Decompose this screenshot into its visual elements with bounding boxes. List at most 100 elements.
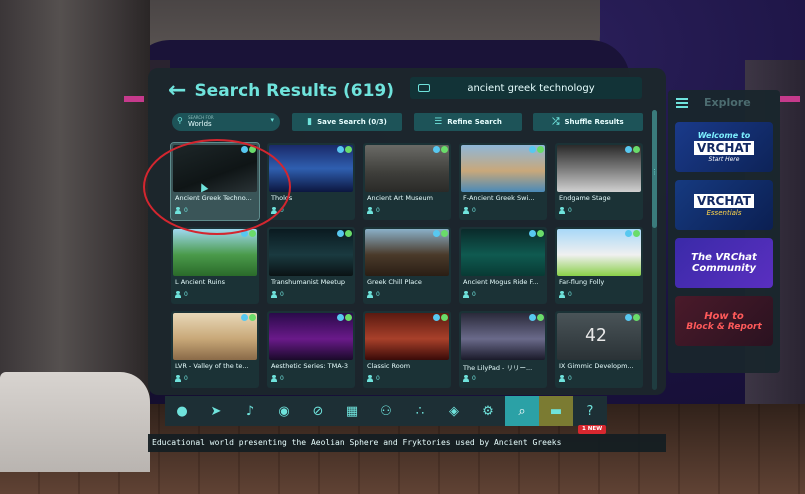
world-card[interactable]: Greek Chill Place 0 bbox=[363, 227, 451, 304]
world-card[interactable]: F-Ancient Greek Swi... 0 bbox=[459, 143, 547, 220]
bell-dock-button[interactable]: ♪ bbox=[233, 396, 267, 426]
world-name: Far-flung Folly bbox=[559, 278, 605, 286]
avatar-icon: ⊘ bbox=[312, 403, 324, 419]
world-card[interactable]: Ancient Mogus Ride F... 0 bbox=[459, 227, 547, 304]
world-card[interactable]: Ancient Art Museum 0 bbox=[363, 143, 451, 220]
explore-header: Explore bbox=[676, 96, 751, 109]
dropdown-value: Worlds bbox=[188, 119, 212, 128]
world-card[interactable]: Transhumanist Meetup 0 bbox=[267, 227, 355, 304]
world-name: Ancient Mogus Ride F... bbox=[463, 278, 539, 286]
pc-platform-icon bbox=[625, 146, 632, 153]
world-card[interactable]: Aesthetic Series: TMA-3 0 bbox=[267, 311, 355, 388]
safety-dock-button[interactable]: ◈ bbox=[437, 396, 471, 426]
quest-platform-icon bbox=[441, 146, 448, 153]
platform-badge bbox=[432, 314, 448, 321]
red-highlight-circle bbox=[143, 139, 291, 235]
quest-platform-icon bbox=[249, 230, 256, 237]
user-icon bbox=[367, 207, 373, 214]
drag-handle-icon[interactable]: ⋮ bbox=[651, 168, 658, 176]
world-name: F-Ancient Greek Swi... bbox=[463, 194, 535, 202]
world-card[interactable]: L Ancient Ruins 0 bbox=[171, 227, 259, 304]
new-notification-badge: 1 NEW bbox=[578, 425, 607, 434]
user-count-value: 0 bbox=[280, 375, 284, 382]
chevron-down-icon: ▾ bbox=[270, 116, 274, 124]
quest-platform-icon bbox=[537, 314, 544, 321]
user-count: 0 bbox=[367, 291, 380, 298]
scrollbar[interactable] bbox=[652, 110, 657, 390]
promo-welcome[interactable]: Welcome to VRCHAT Start Here bbox=[675, 122, 773, 172]
help-dock-button[interactable]: ? bbox=[573, 396, 607, 426]
user-count-value: 0 bbox=[568, 207, 572, 214]
quest-platform-icon bbox=[345, 230, 352, 237]
world-card[interactable]: 42 IX Gimmic Developm... 0 bbox=[555, 311, 643, 388]
explore-panel: Explore Welcome to VRCHAT Start Here VRC… bbox=[668, 90, 780, 373]
quest-platform-icon bbox=[633, 230, 640, 237]
world-description-bar: Educational world presenting the Aeolian… bbox=[148, 434, 666, 452]
arrow-left-icon[interactable]: ← bbox=[168, 80, 186, 102]
rocket-dock-button[interactable]: ➤ bbox=[199, 396, 233, 426]
quest-platform-icon bbox=[345, 314, 352, 321]
world-name: Ancient Art Museum bbox=[367, 194, 433, 202]
user-count-value: 0 bbox=[568, 375, 572, 382]
profile-icon: ◉ bbox=[278, 403, 290, 419]
notice-dock-button[interactable]: ▬ bbox=[539, 396, 573, 426]
pc-platform-icon bbox=[625, 230, 632, 237]
social-dock-button[interactable]: ⚇ bbox=[369, 396, 403, 426]
world-name: The LilyPad - リリー... bbox=[463, 364, 533, 372]
world-name: Greek Chill Place bbox=[367, 278, 422, 286]
profile-dock-button[interactable]: ◉ bbox=[267, 396, 301, 426]
worlds-icon: ▦ bbox=[345, 403, 359, 419]
vrchat-logo: VRCHAT bbox=[694, 194, 754, 208]
search-icon: ⌕ bbox=[518, 403, 526, 419]
user-count-value: 0 bbox=[472, 291, 476, 298]
user-count: 0 bbox=[463, 291, 476, 298]
help-icon: ? bbox=[586, 403, 594, 419]
rocket-icon: ➤ bbox=[210, 403, 222, 419]
platform-badge bbox=[528, 314, 544, 321]
notice-icon: ▬ bbox=[549, 403, 563, 419]
user-count: 0 bbox=[559, 291, 572, 298]
world-card[interactable]: Endgame Stage 0 bbox=[555, 143, 643, 220]
world-card[interactable]: LVR - Valley of the te... 0 bbox=[171, 311, 259, 388]
search-icon: ⚲ bbox=[177, 116, 183, 125]
user-count-value: 0 bbox=[568, 291, 572, 298]
avatar-dock-button[interactable]: ⊘ bbox=[301, 396, 335, 426]
pc-platform-icon bbox=[433, 146, 440, 153]
promo-community[interactable]: The VRChat Community bbox=[675, 238, 773, 288]
user-count: 0 bbox=[271, 375, 284, 382]
quest-platform-icon bbox=[345, 146, 352, 153]
world-card[interactable]: The LilyPad - リリー... 0 bbox=[459, 311, 547, 388]
world-card[interactable]: Classic Room 0 bbox=[363, 311, 451, 388]
search-input[interactable]: ancient greek technology bbox=[410, 77, 642, 99]
promo-block-report[interactable]: How to Block & Report bbox=[675, 296, 773, 346]
keyboard-icon[interactable] bbox=[418, 84, 430, 92]
bookmark-icon: ▮ bbox=[307, 117, 313, 127]
worlds-dock-button[interactable]: ▦ bbox=[335, 396, 369, 426]
refine-search-button[interactable]: ☰ Refine Search bbox=[414, 113, 522, 131]
pc-platform-icon bbox=[625, 314, 632, 321]
search-query[interactable]: ancient greek technology bbox=[440, 83, 642, 94]
quest-platform-icon bbox=[633, 314, 640, 321]
platform-badge bbox=[528, 230, 544, 237]
pc-platform-icon bbox=[529, 146, 536, 153]
menu-icon[interactable] bbox=[676, 97, 688, 108]
groups-icon: ∴ bbox=[415, 403, 425, 419]
platform-badge bbox=[624, 314, 640, 321]
user-count: 0 bbox=[175, 375, 188, 382]
groups-dock-button[interactable]: ∴ bbox=[403, 396, 437, 426]
promo-line1: How to bbox=[704, 310, 744, 322]
world-card[interactable]: Far-flung Folly 0 bbox=[555, 227, 643, 304]
world-name: Classic Room bbox=[367, 362, 411, 370]
settings-dock-button[interactable]: ⚙ bbox=[471, 396, 505, 426]
promo-essentials[interactable]: VRCHAT Essentials bbox=[675, 180, 773, 230]
thumbnail-overlay-text: 42 bbox=[585, 325, 607, 346]
user-count-value: 0 bbox=[376, 291, 380, 298]
dropdown-caption: SEARCH FOR bbox=[188, 115, 214, 120]
pc-platform-icon bbox=[337, 314, 344, 321]
shuffle-results-label: Shuffle Results bbox=[564, 118, 624, 126]
shuffle-results-button[interactable]: ⤮ Shuffle Results bbox=[533, 113, 643, 131]
search-dock-button[interactable]: ⌕ bbox=[505, 396, 539, 426]
save-search-button[interactable]: ▮ Save Search (0/3) bbox=[292, 113, 402, 131]
chat-bubble-dock-button[interactable]: ● bbox=[165, 396, 199, 426]
search-type-dropdown[interactable]: ⚲ SEARCH FOR Worlds ▾ bbox=[172, 113, 280, 131]
